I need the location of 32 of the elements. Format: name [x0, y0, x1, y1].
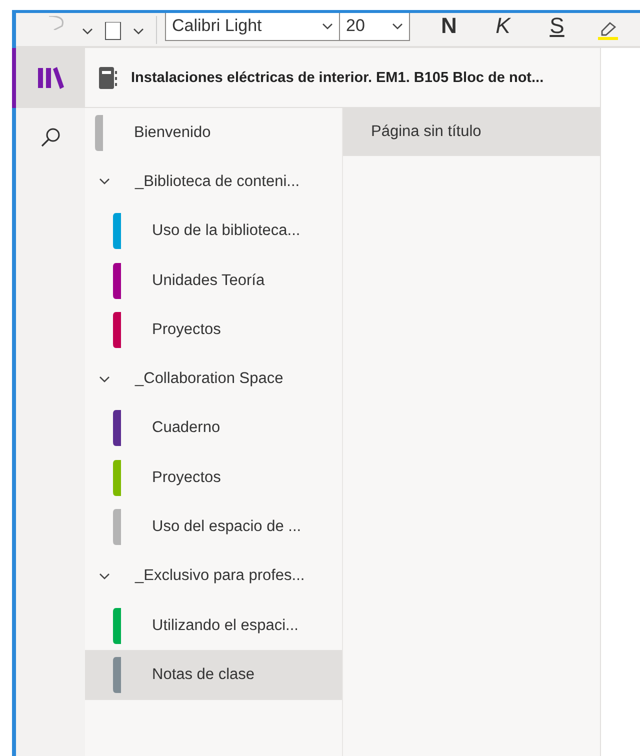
section-item[interactable]: Bienvenido — [85, 108, 342, 158]
section-group[interactable]: _Biblioteca de conteni... — [85, 157, 342, 207]
notebook-icon — [99, 66, 117, 88]
underline-button[interactable]: S — [530, 13, 584, 43]
chevron-down-icon[interactable] — [99, 178, 110, 186]
section-group[interactable]: _Exclusivo para profes... — [85, 552, 342, 601]
section-item[interactable]: Unidades Teoría — [85, 256, 342, 306]
search-icon — [40, 126, 60, 146]
chevron-down-icon[interactable] — [99, 376, 110, 383]
caret-icon[interactable] — [392, 22, 403, 30]
notebooks-button[interactable] — [12, 48, 85, 108]
section-item[interactable]: Utilizando el espaci... — [85, 600, 342, 650]
caret-icon[interactable] — [82, 28, 93, 34]
section-item[interactable]: Proyectos — [85, 453, 342, 502]
italic-button[interactable]: K — [476, 13, 530, 43]
section-item[interactable]: Cuaderno — [85, 404, 342, 454]
section-group[interactable]: _Collaboration Space — [85, 354, 342, 404]
page-icon[interactable] — [105, 22, 121, 40]
page-item[interactable]: Página sin título — [343, 108, 600, 156]
section-item[interactable]: Uso del espacio de ... — [85, 502, 342, 552]
books-icon — [38, 67, 64, 89]
notebook-title: Instalaciones eléctricas de interior. EM1. B105 Bloc de not... — [131, 70, 544, 86]
section-item[interactable]: Proyectos — [85, 305, 342, 354]
section-item[interactable]: Uso de la biblioteca... — [85, 206, 342, 256]
font-combobox[interactable]: Calibri Light — [165, 13, 340, 41]
highlighter-icon[interactable] — [598, 22, 618, 40]
chevron-down-icon[interactable] — [99, 572, 110, 580]
section-item[interactable]: Notas de clase — [85, 650, 342, 700]
caret-icon[interactable] — [133, 28, 144, 34]
size-combobox[interactable]: 20 — [340, 13, 410, 41]
bold-button[interactable]: N — [422, 13, 476, 43]
caret-icon[interactable] — [322, 22, 333, 30]
